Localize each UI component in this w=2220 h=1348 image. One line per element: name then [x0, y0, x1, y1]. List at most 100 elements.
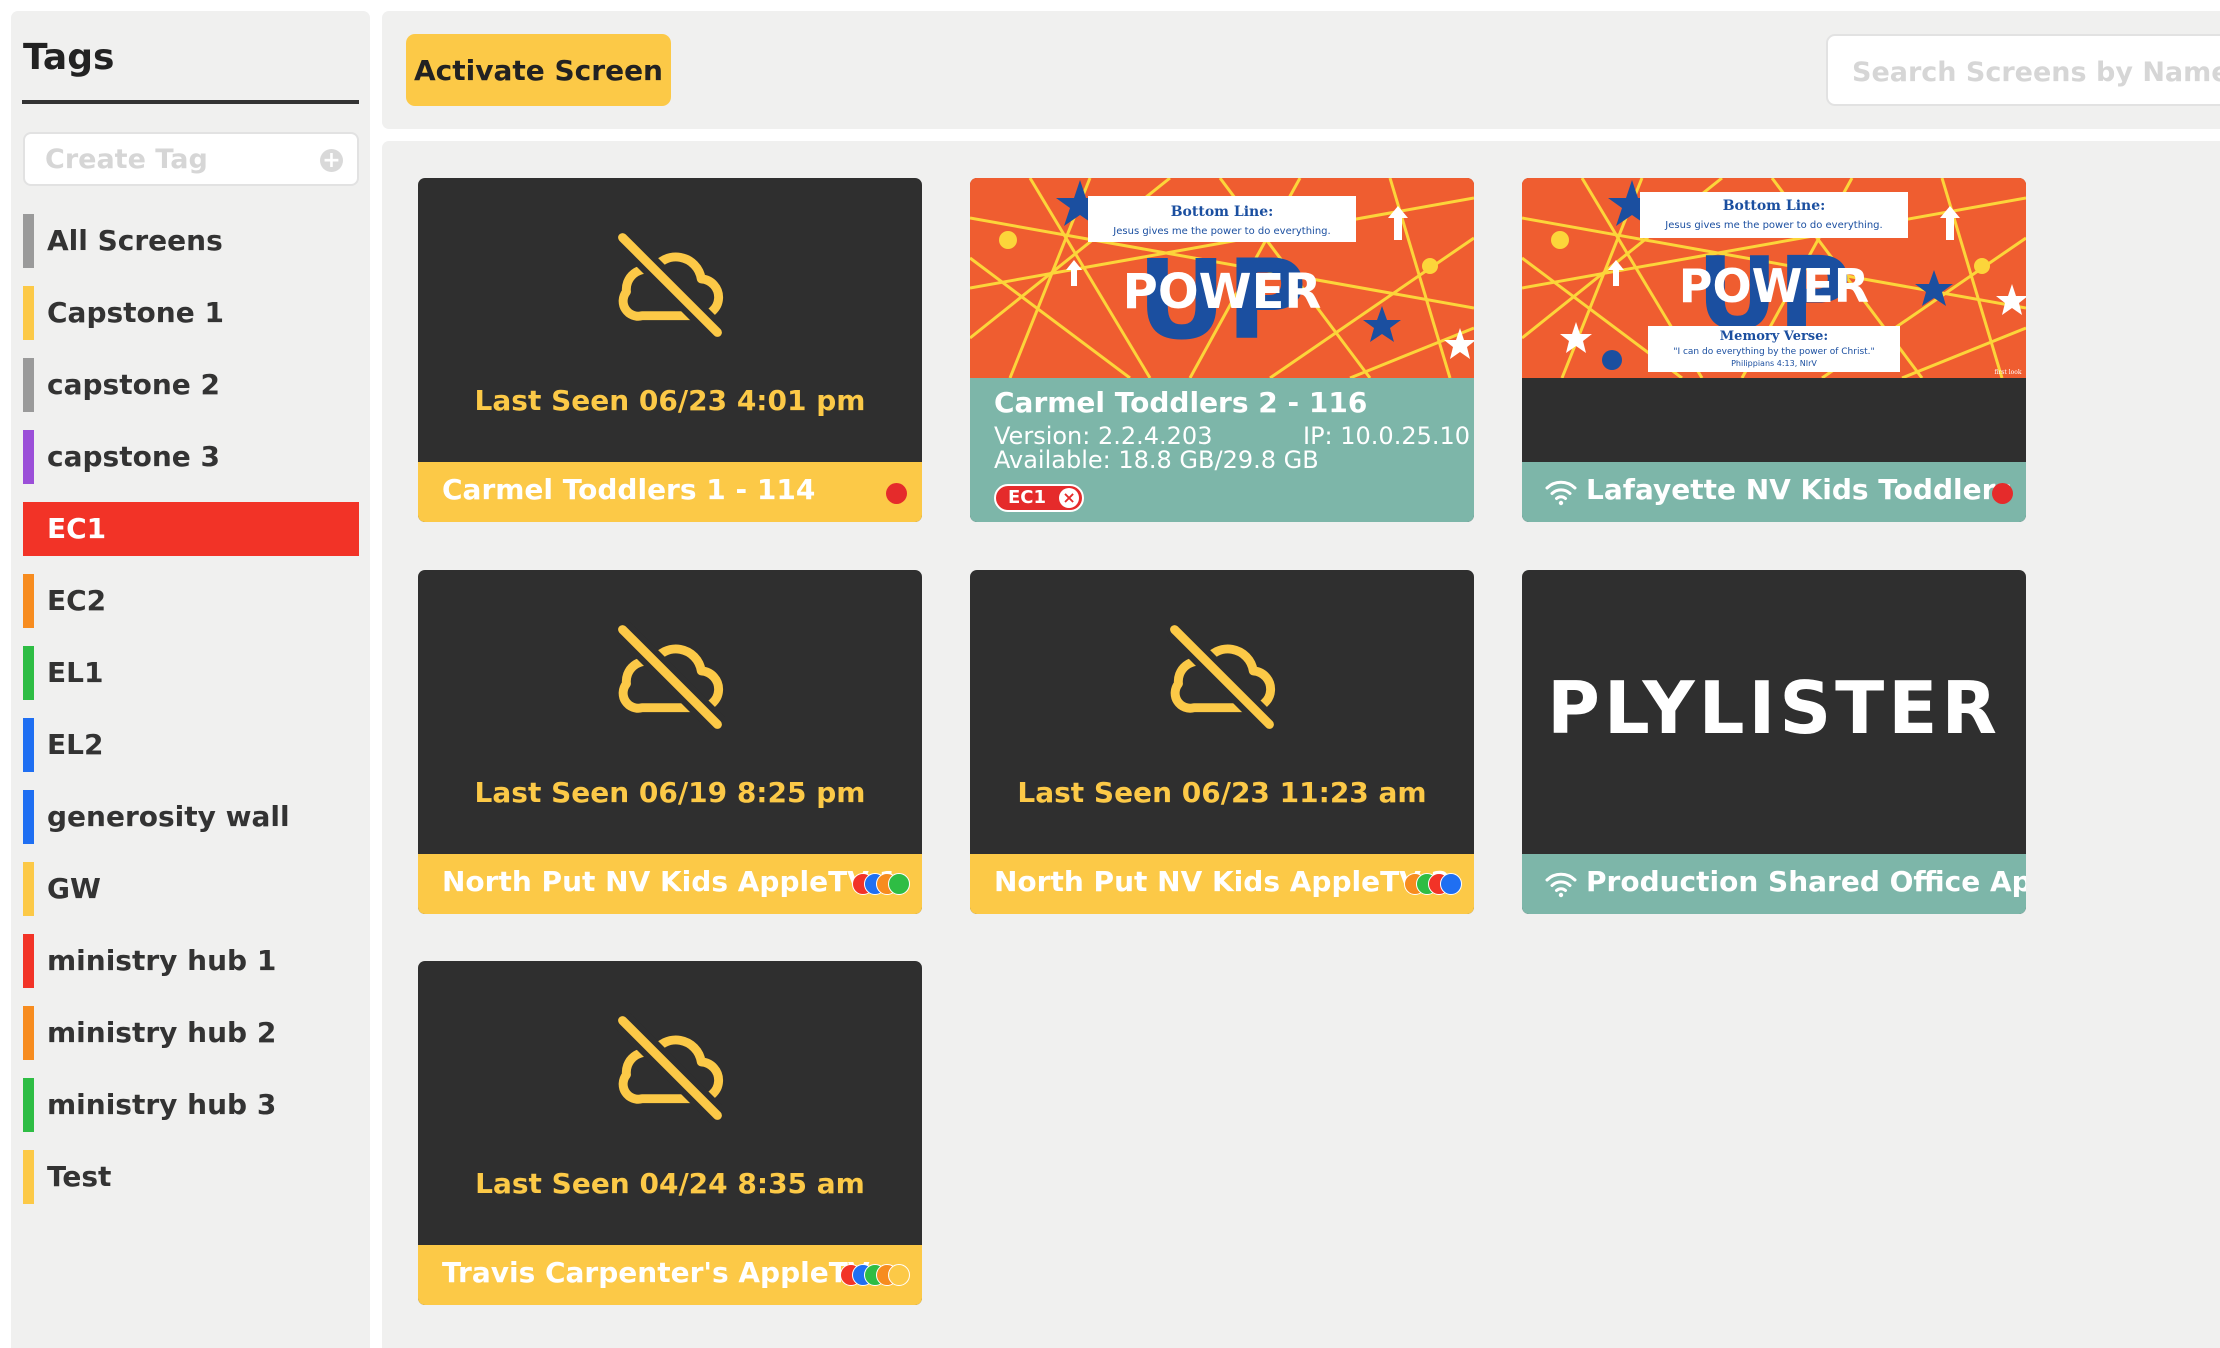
tag-color-bar [23, 862, 34, 916]
tags-sidebar: Tags + All Screens Capstone 1 capstone 2… [11, 11, 370, 1348]
screen-details: Carmel Toddlers 2 - 116 Version: 2.2.4.2… [970, 378, 1474, 522]
last-seen-text: Last Seen 06/19 8:25 pm [474, 776, 866, 809]
screens-grid: Last Seen 06/23 4:01 pm Carmel Toddlers … [382, 141, 2220, 1348]
tag-list: All Screens Capstone 1 capstone 2 capsto… [23, 204, 359, 1212]
tag-color-bar [23, 430, 34, 484]
screen-card[interactable]: Bottom Line: Jesus gives me the power to… [970, 178, 1474, 522]
art-bottom-line-text: Jesus gives me the power to do everythin… [1664, 220, 1882, 231]
screen-card[interactable]: Last Seen 06/19 8:25 pm North Put NV Kid… [418, 570, 922, 914]
status-dot [886, 483, 907, 504]
screen-storage: Available: 18.8 GB/29.8 GB [994, 446, 1319, 474]
tag-dots [840, 1264, 912, 1288]
plus-icon[interactable]: + [320, 149, 343, 172]
screen-ip: IP: 10.0.25.10 [1303, 422, 1471, 450]
tag-label: ministry hub 1 [47, 944, 277, 977]
art-memory-title: Memory Verse: [1720, 329, 1828, 344]
tag-item-ec1[interactable]: EC1 [23, 492, 359, 564]
search-field[interactable] [1826, 34, 2220, 106]
tag-item-test[interactable]: Test [23, 1140, 359, 1212]
art-bottom-line-title: Bottom Line: [1171, 204, 1274, 220]
tag-color-bar [23, 718, 34, 772]
tag-label: capstone 2 [47, 368, 220, 401]
tag-label: EL1 [47, 656, 104, 689]
tag-chip-ec1: EC1 × [994, 484, 1085, 512]
card-footer: Production Shared Office Apple [1522, 854, 2026, 914]
tag-item-capstone-1[interactable]: Capstone 1 [23, 276, 359, 348]
screen-name: Carmel Toddlers 2 - 116 [994, 386, 1368, 419]
tag-label: All Screens [47, 224, 223, 257]
tag-chip-label: EC1 [1008, 487, 1047, 508]
tag-color-bar [23, 646, 34, 700]
tag-item-ministry-hub-2[interactable]: ministry hub 2 [23, 996, 359, 1068]
art-bottom-line-title: Bottom Line: [1723, 198, 1826, 214]
card-footer: Lafayette NV Kids Toddlers [1522, 462, 2026, 522]
card-footer: North Put NV Kids AppleTV 2 [970, 854, 1474, 914]
cloud-off-icon [615, 622, 725, 732]
screen-name: North Put NV Kids AppleTV 1 [442, 865, 899, 898]
screen-preview-image: Bottom Line: Jesus gives me the power to… [1522, 178, 2026, 378]
tag-label: generosity wall [47, 800, 290, 833]
art-logo-power: POWER [1679, 259, 1869, 313]
screen-name: Production Shared Office Apple [1586, 865, 2026, 898]
tag-item-capstone-3[interactable]: capstone 3 [23, 420, 359, 492]
last-seen-text: Last Seen 06/23 11:23 am [1017, 776, 1427, 809]
art-memory-ref: Philippians 4:13, NIrV [1731, 359, 1817, 368]
screen-card[interactable]: Last Seen 04/24 8:35 am Travis Carpenter… [418, 961, 922, 1305]
wifi-icon [1545, 872, 1577, 898]
art-logo-power: POWER [1123, 264, 1322, 320]
tag-item-ec2[interactable]: EC2 [23, 564, 359, 636]
tag-label: capstone 3 [47, 440, 220, 473]
tag-color-bar [23, 934, 34, 988]
create-tag-field[interactable]: + [23, 132, 359, 186]
cloud-off-icon [1167, 622, 1277, 732]
tag-label: EC1 [47, 512, 107, 545]
cloud-off-icon [615, 1013, 725, 1123]
activate-screen-button[interactable]: Activate Screen [406, 34, 671, 106]
art-corner-text: first look [1994, 369, 2021, 376]
screen-card[interactable]: Last Seen 06/23 4:01 pm Carmel Toddlers … [418, 178, 922, 522]
tag-label: Test [47, 1160, 112, 1193]
screen-name: Travis Carpenter's AppleTV [442, 1256, 870, 1289]
tag-color-bar [23, 1006, 34, 1060]
screen-name: Lafayette NV Kids Toddlers [1586, 473, 2013, 506]
cloud-off-icon [615, 230, 725, 340]
status-dot [1992, 483, 2013, 504]
tag-item-el1[interactable]: EL1 [23, 636, 359, 708]
screen-card[interactable]: Bottom Line: Jesus gives me the power to… [1522, 178, 2026, 522]
tag-item-generosity-wall[interactable]: generosity wall [23, 780, 359, 852]
screen-name: Carmel Toddlers 1 - 114 [442, 473, 816, 506]
tag-label: EC2 [47, 584, 107, 617]
tag-color-bar [23, 214, 34, 268]
tag-item-capstone-2[interactable]: capstone 2 [23, 348, 359, 420]
screen-preview-image: Bottom Line: Jesus gives me the power to… [970, 178, 1474, 378]
tags-title: Tags [23, 37, 115, 78]
tag-label: EL2 [47, 728, 104, 761]
tag-item-el2[interactable]: EL2 [23, 708, 359, 780]
tag-label: ministry hub 2 [47, 1016, 277, 1049]
wifi-icon [1545, 480, 1577, 506]
tag-item-ministry-hub-1[interactable]: ministry hub 1 [23, 924, 359, 996]
close-icon[interactable]: × [1059, 488, 1080, 508]
tag-item-ministry-hub-3[interactable]: ministry hub 3 [23, 1068, 359, 1140]
screen-card[interactable]: Last Seen 06/23 11:23 am North Put NV Ki… [970, 570, 1474, 914]
tag-dots [1404, 873, 1464, 897]
search-input[interactable] [1852, 54, 2220, 90]
tag-color-bar [23, 1150, 34, 1204]
last-seen-text: Last Seen 04/24 8:35 am [475, 1167, 865, 1200]
playlister-logo: PLYLISTER [1547, 666, 2001, 750]
screen-card[interactable]: PLYLISTER Production Shared Office Apple [1522, 570, 2026, 914]
tag-color-bar [23, 1078, 34, 1132]
create-tag-input[interactable] [45, 142, 305, 176]
tag-item-gw[interactable]: GW [23, 852, 359, 924]
tag-label: Capstone 1 [47, 296, 224, 329]
card-footer: Carmel Toddlers 1 - 114 [418, 462, 922, 522]
tag-dot [888, 873, 910, 895]
tag-item-all-screens[interactable]: All Screens [23, 204, 359, 276]
divider [22, 100, 359, 104]
top-toolbar: Activate Screen [382, 11, 2220, 129]
tag-color-bar [23, 790, 34, 844]
last-seen-text: Last Seen 06/23 4:01 pm [474, 384, 866, 417]
tag-color-bar [23, 286, 34, 340]
tag-label: ministry hub 3 [47, 1088, 277, 1121]
screen-name: North Put NV Kids AppleTV 2 [994, 865, 1451, 898]
